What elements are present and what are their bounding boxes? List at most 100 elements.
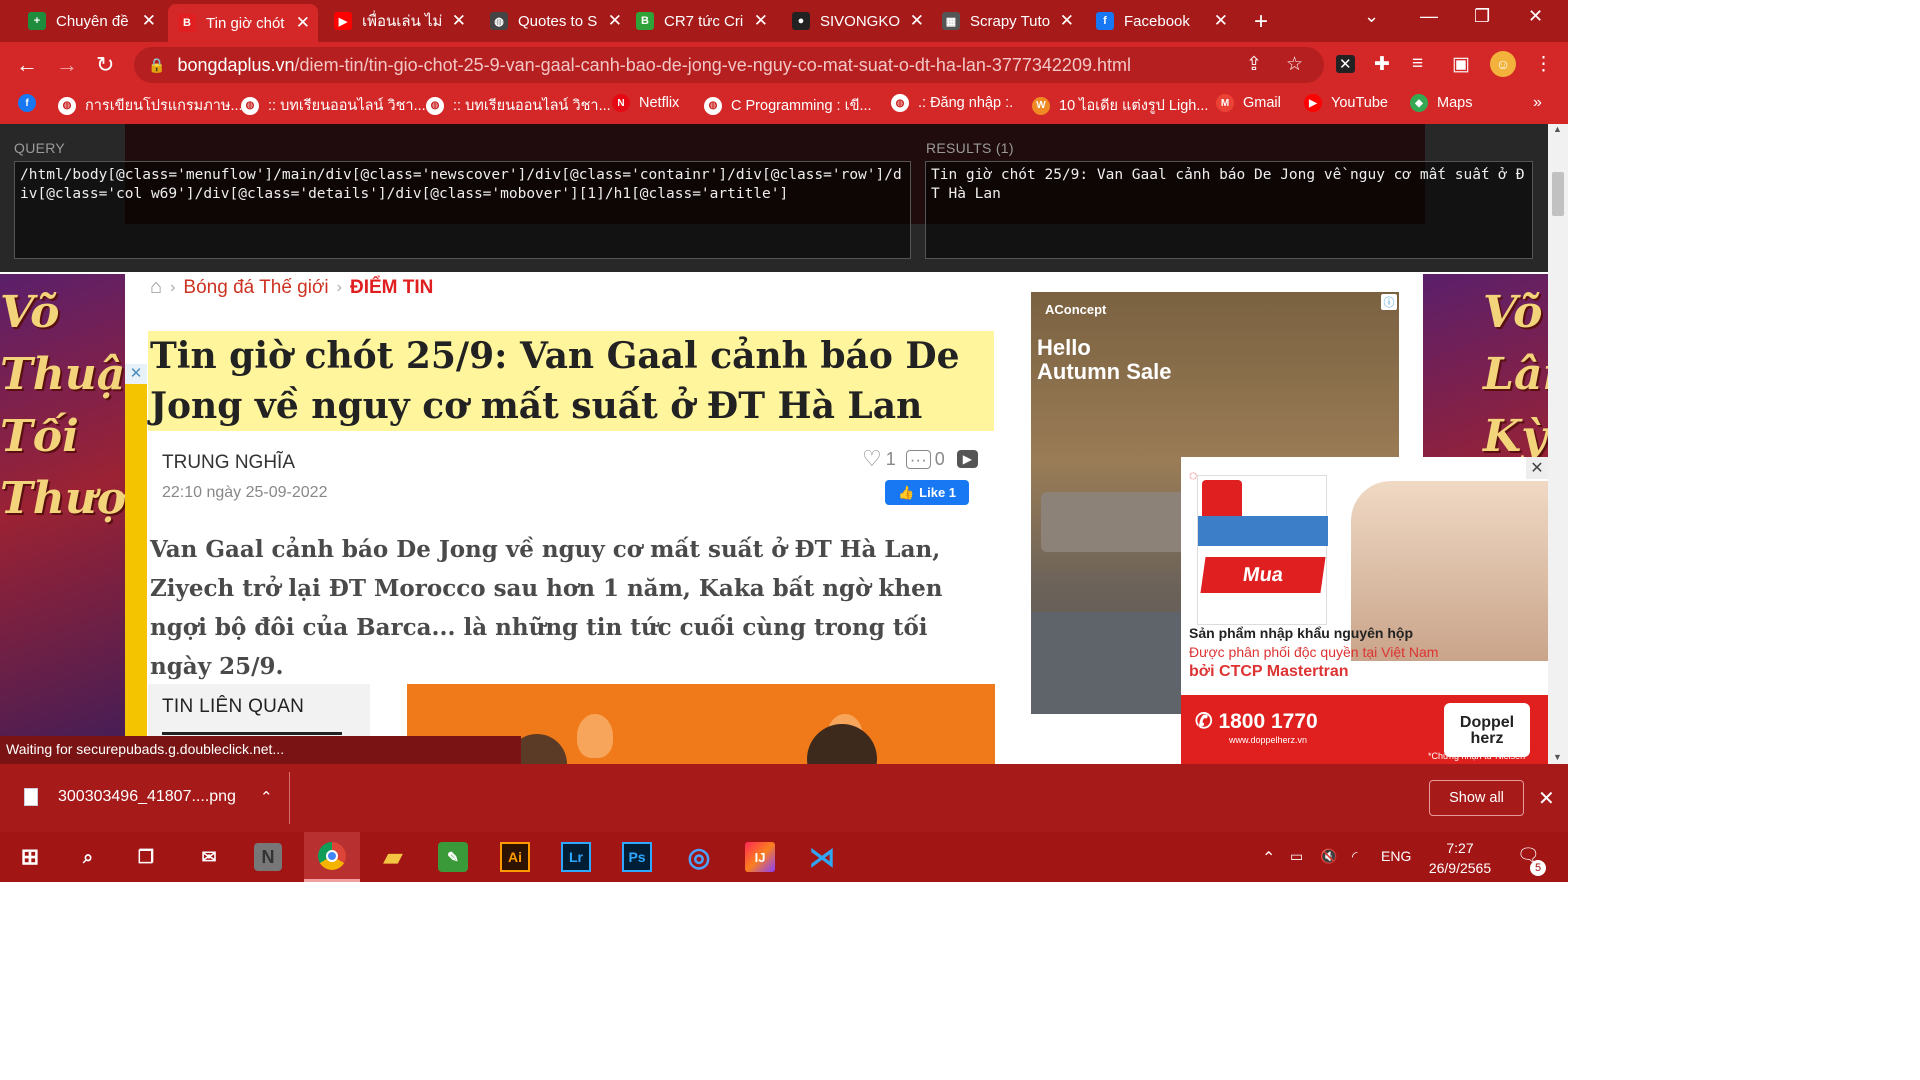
bookmark-star-icon[interactable]: ☆ <box>1286 53 1303 76</box>
photoshop-icon[interactable]: Ps <box>622 842 652 872</box>
forward-icon[interactable]: → <box>56 52 78 78</box>
breadcrumb-section[interactable]: Bóng đá Thế giới <box>183 277 328 299</box>
tab-close-icon[interactable]: ✕ <box>608 11 622 31</box>
close-window-icon[interactable]: ✕ <box>1528 6 1543 27</box>
browser-tab[interactable]: ▦ Scrapy Tuto ✕ <box>932 4 1082 38</box>
scrollbar[interactable]: ▲ ▼ <box>1548 124 1568 764</box>
comment-icon[interactable]: ··· <box>905 449 931 469</box>
chrome-icon[interactable] <box>304 832 360 882</box>
tab-close-icon[interactable]: ✕ <box>142 11 156 31</box>
browser-tab[interactable]: B CR7 tức Cri ✕ <box>626 4 776 38</box>
facebook-icon: f <box>18 94 36 112</box>
heart-icon[interactable]: ♡ <box>862 446 882 472</box>
scroll-down-icon[interactable]: ▼ <box>1553 752 1562 762</box>
vscode-icon[interactable]: ⋊ <box>806 841 838 873</box>
breadcrumb-current[interactable]: ĐIỂM TIN <box>350 277 433 299</box>
menu-kebab-icon[interactable]: ⋮ <box>1534 53 1553 76</box>
article-author[interactable]: TRUNG NGHĨA <box>162 452 295 474</box>
browser-tab[interactable]: f Facebook ✕ <box>1086 4 1236 38</box>
address-bar[interactable]: 🔒 bongdaplus.vn/diem-tin/tin-gio-chot-25… <box>134 47 1324 83</box>
bookmark-item[interactable]: ◍ .: Đăng nhập :. <box>891 94 1013 112</box>
home-icon[interactable]: ⌂ <box>150 276 162 299</box>
media-queue-icon[interactable]: ≡ <box>1412 53 1423 75</box>
language-indicator[interactable]: ENG <box>1381 848 1411 864</box>
left-ad-strip[interactable] <box>125 384 147 764</box>
lock-icon[interactable]: 🔒 <box>148 57 165 74</box>
profile-avatar-icon[interactable]: ☺ <box>1490 51 1516 77</box>
bookmark-item[interactable]: W 10 ไอเดีย แต่งรูป Ligh... <box>1032 94 1208 117</box>
scrollbar-thumb[interactable] <box>1552 172 1564 216</box>
scroll-up-icon[interactable]: ▲ <box>1553 124 1562 134</box>
file-explorer-icon[interactable]: ▰ <box>377 841 409 873</box>
tab-close-icon[interactable]: ✕ <box>910 11 924 31</box>
reload-icon[interactable]: ↻ <box>96 52 114 78</box>
bookmarks-overflow-icon[interactable]: » <box>1533 94 1542 112</box>
facebook-like-button[interactable]: 👍 Like 1 <box>885 480 969 505</box>
ad-info-icon[interactable]: ⓘ <box>1381 294 1397 310</box>
illustrator-icon[interactable]: Ai <box>500 842 530 872</box>
buy-button[interactable]: Mua <box>1200 557 1326 593</box>
bookmark-item[interactable]: ◍:: บทเรียนออนไลน์ วิชา... <box>241 94 426 117</box>
extensions-puzzle-icon[interactable]: ✚ <box>1374 53 1390 76</box>
maps-icon: ◆ <box>1410 94 1428 112</box>
browser-tab[interactable]: + Chuyên đề ✕ <box>18 4 164 38</box>
windows-start-icon[interactable]: ⊞ <box>14 841 46 873</box>
ad-close-icon[interactable]: ✕ <box>125 364 147 384</box>
search-icon[interactable]: ⌕ <box>72 841 104 873</box>
clock[interactable]: 7:27 26/9/2565 <box>1424 838 1496 878</box>
intellij-icon[interactable]: IJ <box>745 842 775 872</box>
facebook-like-label: Like 1 <box>919 485 957 500</box>
side-panel-icon[interactable]: ▣ <box>1452 53 1470 76</box>
new-tab-icon[interactable]: + <box>1254 8 1268 36</box>
chevron-up-icon[interactable]: ⌃ <box>260 788 273 806</box>
browser-tab[interactable]: ◍ Quotes to S ✕ <box>480 4 630 38</box>
lightroom-icon[interactable]: Lr <box>561 842 591 872</box>
results-output[interactable]: Tin giờ chót 25/9: Van Gaal cảnh báo De … <box>925 161 1533 259</box>
wifi-icon[interactable]: ◜ <box>1352 848 1357 865</box>
tab-close-icon[interactable]: ✕ <box>452 11 466 31</box>
ad-phone[interactable]: ✆ 1800 1770 <box>1195 709 1318 734</box>
ubuntu-app-icon[interactable]: ◎ <box>683 841 715 873</box>
left-side-banner[interactable]: Võ Thuật Tối Thượng <box>0 274 125 764</box>
bookmark-item[interactable]: f <box>18 94 45 112</box>
tab-close-icon[interactable]: ✕ <box>296 13 310 33</box>
notification-count-badge: 5 <box>1530 860 1546 876</box>
bookmark-item[interactable]: ◆ Maps <box>1410 94 1472 112</box>
show-all-button[interactable]: Show all <box>1429 780 1524 816</box>
mail-icon[interactable]: ✉ <box>193 841 225 873</box>
notion-icon[interactable]: N <box>254 843 282 871</box>
navigation-bar: ← → ↻ 🔒 bongdaplus.vn/diem-tin/tin-gio-c… <box>0 42 1568 88</box>
minimize-icon[interactable]: — <box>1420 6 1438 27</box>
bookmark-item[interactable]: ◍ C Programming : เขี... <box>704 94 872 117</box>
tab-close-icon[interactable]: ✕ <box>754 11 768 31</box>
battery-icon[interactable]: ▭ <box>1290 848 1303 865</box>
tab-close-icon[interactable]: ✕ <box>1060 11 1074 31</box>
tray-chevron-up-icon[interactable]: ⌃ <box>1262 848 1275 868</box>
bookmark-item[interactable]: ◍ การเขียนโปรแกรมภาษ... <box>58 94 243 117</box>
close-icon[interactable]: ✕ <box>1538 786 1555 811</box>
thumbs-up-icon: 👍 <box>897 484 915 500</box>
share-icon[interactable]: ⇪ <box>1246 53 1262 76</box>
browser-tab[interactable]: ▶ เพื่อนเล่น ไม่ ✕ <box>324 4 474 38</box>
tab-search-icon[interactable]: ⌄ <box>1364 6 1379 27</box>
back-icon[interactable]: ← <box>16 52 38 78</box>
url-host: bongdaplus.vn <box>177 54 295 75</box>
bookmark-item[interactable]: N Netflix <box>612 94 679 112</box>
download-item[interactable]: 300303496_41807....png ⌃ <box>24 788 273 806</box>
overlay-ad[interactable]: ◌ Mua ✕ Sản phẩm nhập khẩu nguyên hộp Đư… <box>1181 457 1548 764</box>
tab-close-icon[interactable]: ✕ <box>1214 11 1228 31</box>
xpath-extension-icon[interactable]: ✕ <box>1336 55 1355 73</box>
browser-tab[interactable]: ● SIVONGKO ✕ <box>782 4 932 38</box>
close-icon[interactable]: ✕ <box>1526 457 1548 479</box>
bookmark-item[interactable]: ◍:: บทเรียนออนไลน์ วิชา... <box>426 94 611 117</box>
app-tool-icon[interactable]: ✎ <box>438 842 468 872</box>
query-input[interactable]: /html/body[@class='menuflow']/main/div[@… <box>14 161 911 259</box>
task-view-icon[interactable]: ❐ <box>130 841 162 873</box>
restore-icon[interactable]: ❐ <box>1474 6 1490 27</box>
browser-tab[interactable]: B Tin giờ chót ✕ <box>168 4 318 42</box>
video-play-icon[interactable]: ▶ <box>956 450 978 468</box>
volume-muted-icon[interactable]: 🔇 <box>1320 848 1337 865</box>
logo-line: Doppel <box>1459 714 1515 731</box>
bookmark-item[interactable]: ▶ YouTube <box>1304 94 1388 112</box>
bookmark-item[interactable]: M Gmail <box>1216 94 1281 112</box>
